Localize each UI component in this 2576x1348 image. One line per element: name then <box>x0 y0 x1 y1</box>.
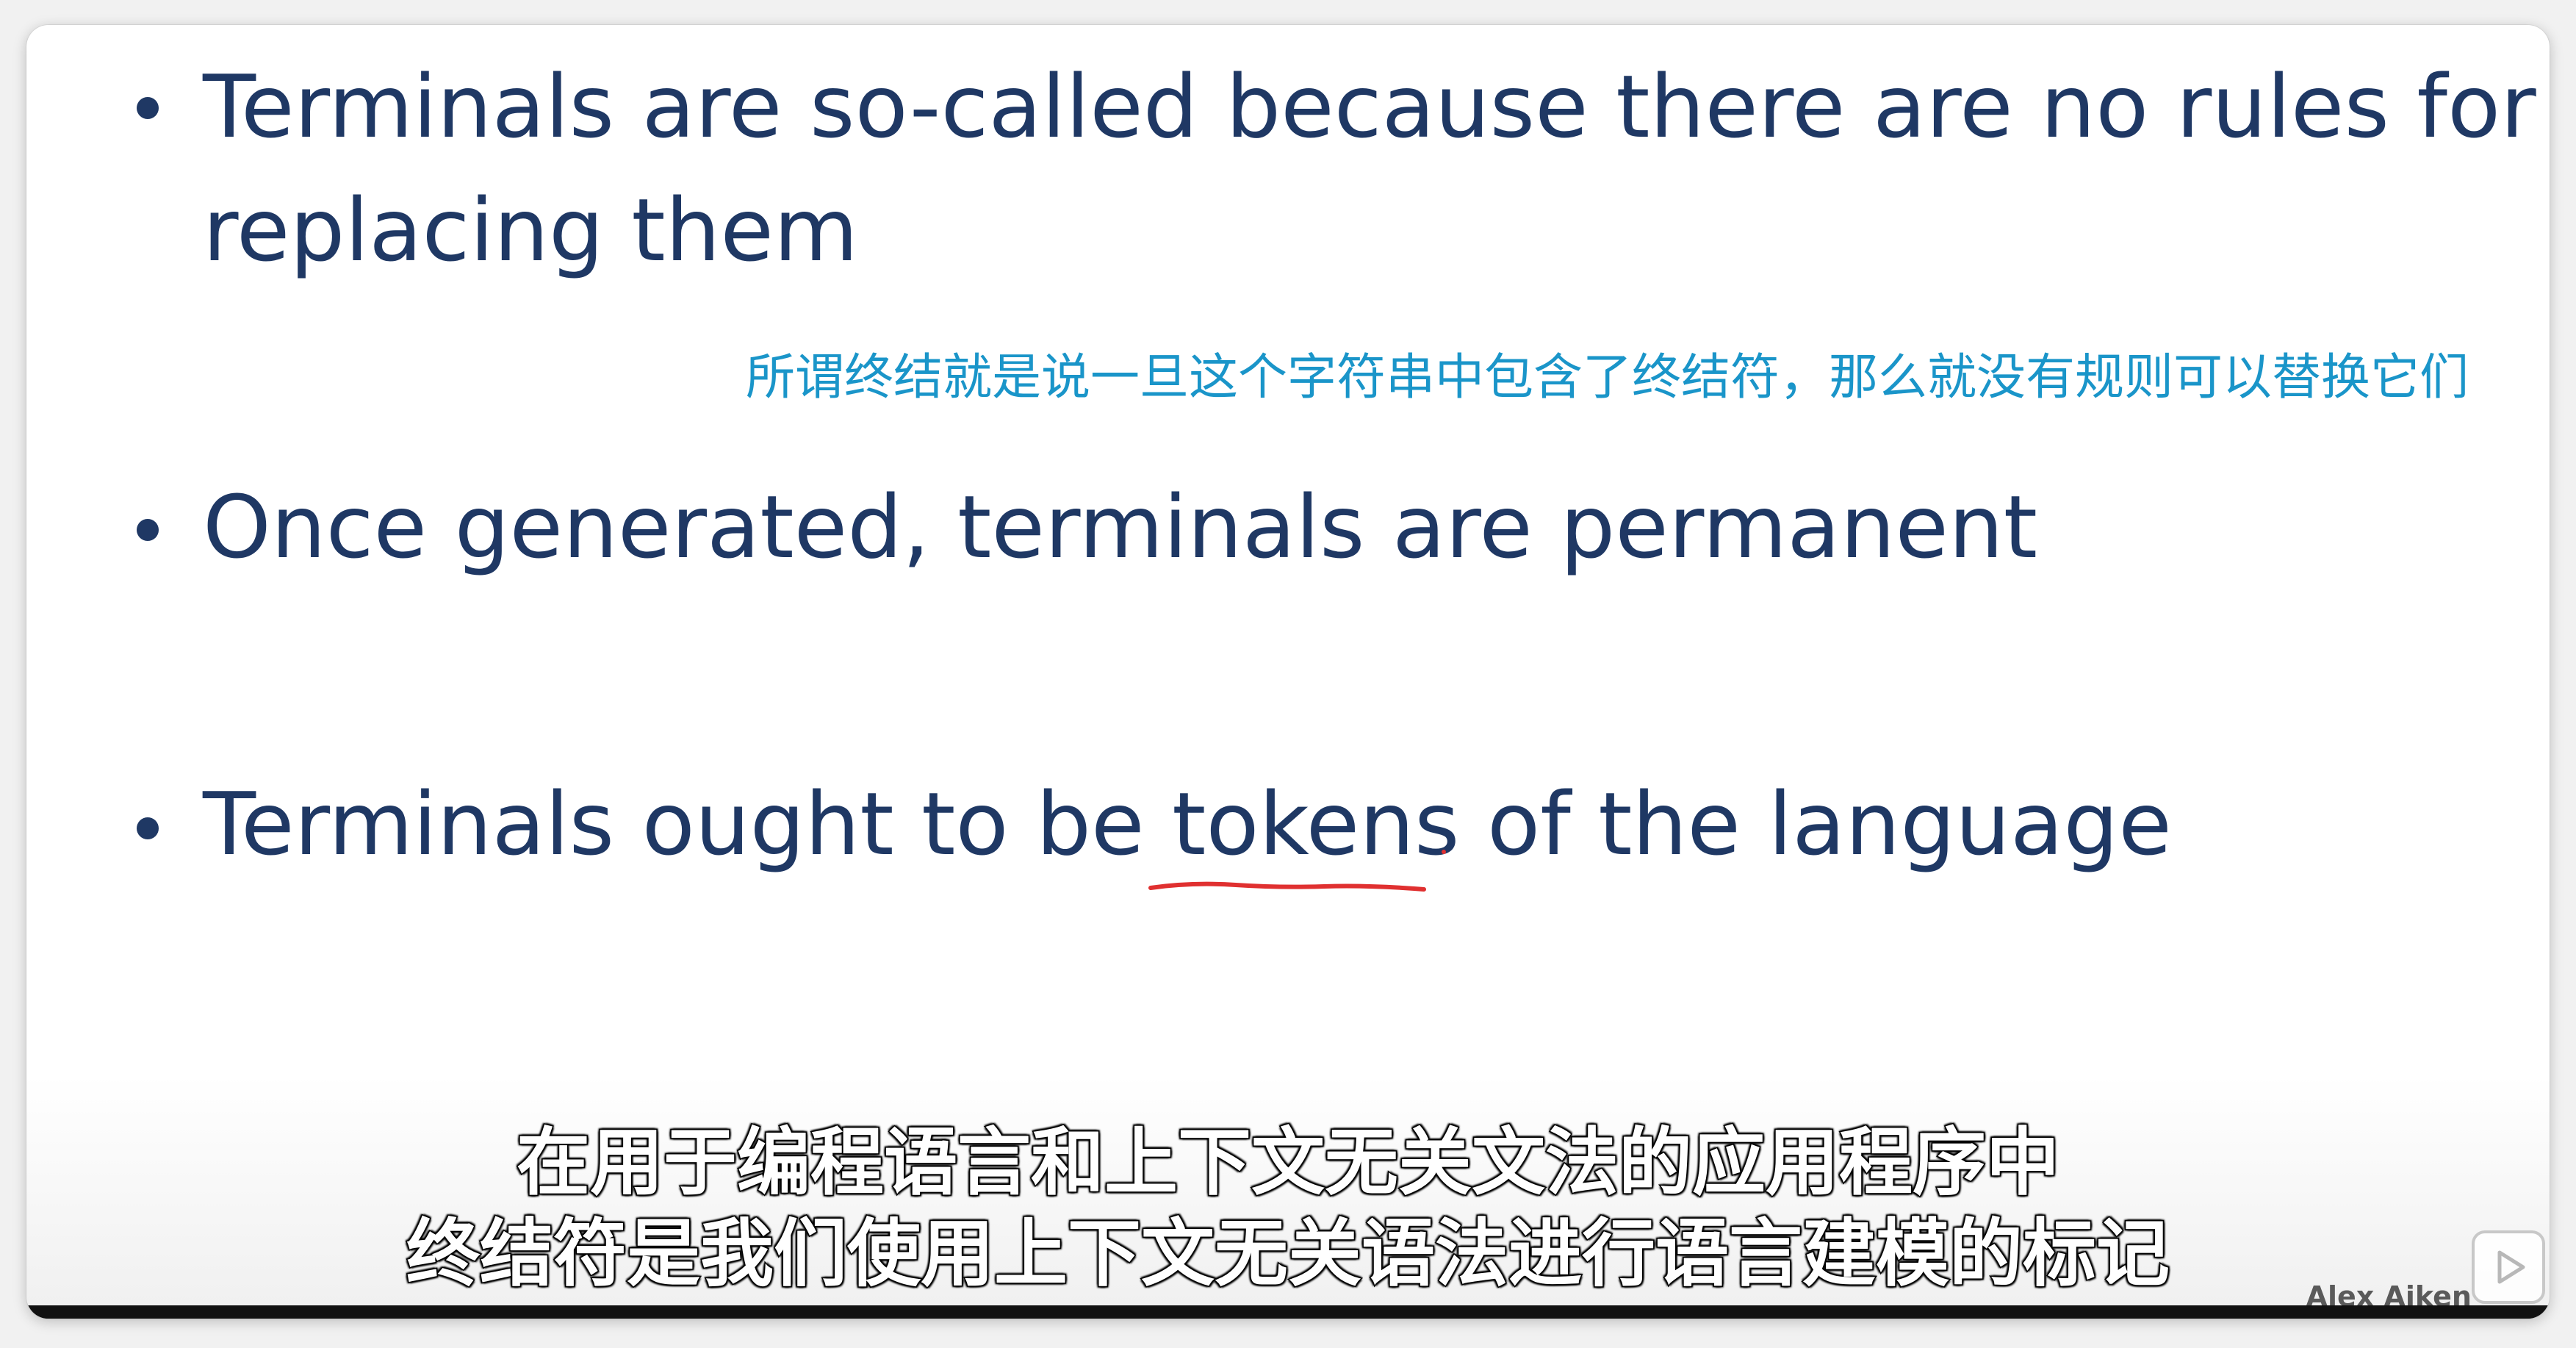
lecture-slide: Terminals are so-called because there ar… <box>26 25 2550 1319</box>
subtitle-line-1: 在用于编程语言和上下文无关文法的应用程序中 <box>516 1119 2061 1207</box>
subtitle-line-2: 终结符是我们使用上下文无关语法进行语言建模的标记 <box>406 1210 2171 1298</box>
video-progress-fill <box>26 1305 2550 1319</box>
video-progress-bar[interactable] <box>26 1305 2550 1319</box>
bullet-dot <box>137 97 159 119</box>
bullet-2-line-1: Once generated, terminals are permanent <box>203 476 2038 578</box>
red-underline-mark <box>1148 881 1426 892</box>
video-window: Terminals are so-called because there ar… <box>26 25 2550 1319</box>
bullet-1-line-1: Terminals are so-called because there ar… <box>203 56 2536 157</box>
bullet-dot <box>137 519 159 541</box>
bullet-dot <box>137 817 159 839</box>
handwritten-annotation: 所谓终结就是说一旦这个字符串中包含了终结符，那么就没有规则可以替换它们 <box>746 348 2469 406</box>
bullet-1-line-2: replacing them <box>203 179 858 281</box>
play-icon <box>2497 1250 2525 1284</box>
bullet-3-line-1: Terminals ought to be tokens of the lang… <box>203 773 2172 875</box>
play-button[interactable] <box>2472 1230 2545 1304</box>
red-dot-mark <box>1442 850 1446 854</box>
